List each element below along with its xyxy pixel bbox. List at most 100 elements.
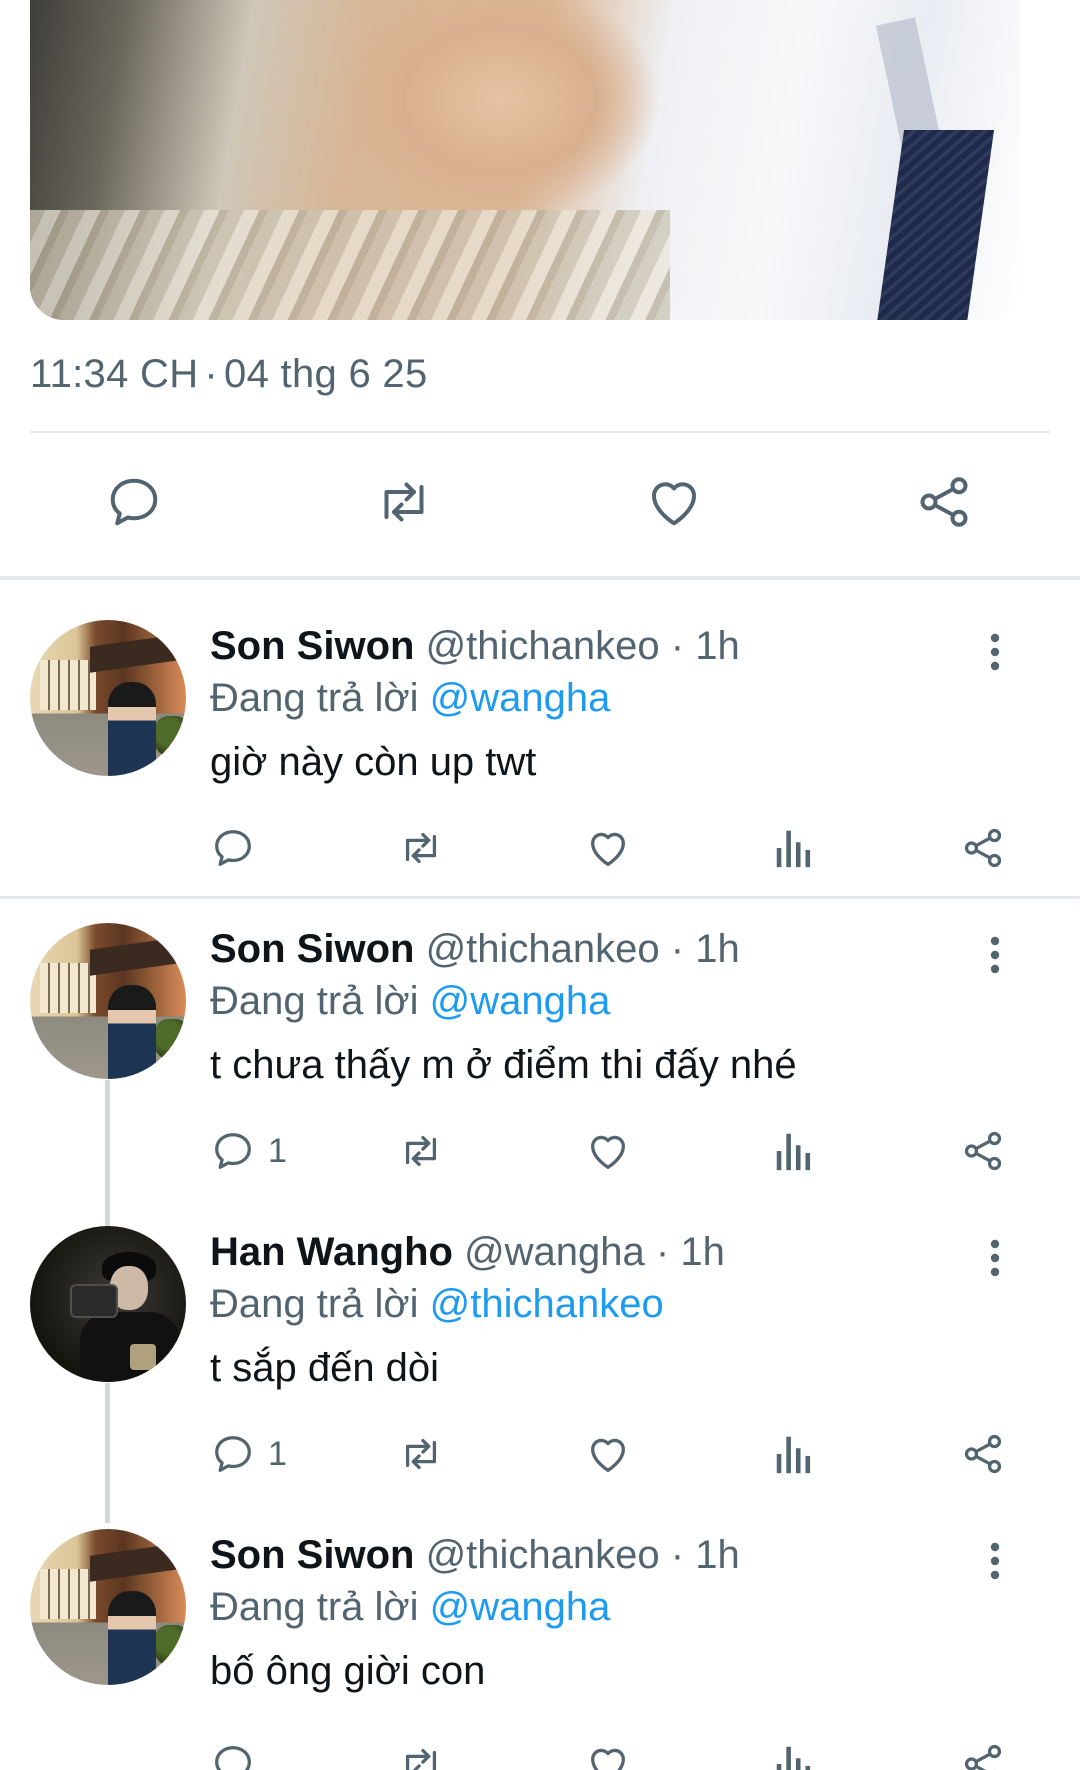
share-button[interactable] <box>960 1121 1006 1181</box>
views-button[interactable] <box>774 1121 814 1181</box>
replying-to-line: Đang trả lời @wangha <box>210 674 610 722</box>
bar-chart-icon <box>774 825 814 871</box>
more-options-button[interactable] <box>980 1539 1010 1583</box>
share-icon <box>960 1128 1006 1174</box>
author-handle[interactable]: @wangha <box>464 1230 645 1274</box>
replying-prefix: Đang trả lời <box>210 979 419 1023</box>
more-vertical-icon <box>989 1238 1001 1278</box>
retweet-button[interactable] <box>395 1424 447 1484</box>
views-button[interactable] <box>774 818 814 878</box>
reply-item[interactable]: Son Siwon @thichankeo · 1h Đang trả lời … <box>0 620 1080 890</box>
heart-icon <box>585 825 631 871</box>
views-button[interactable] <box>774 1734 814 1770</box>
author-handle[interactable]: @thichankeo <box>426 624 660 668</box>
author-name[interactable]: Son Siwon <box>210 624 414 668</box>
author-handle[interactable]: @thichankeo <box>426 1533 660 1577</box>
timestamp-date: 04 thg 6 25 <box>224 352 428 396</box>
replying-to-line: Đang trả lời @thichankeo <box>210 1280 664 1328</box>
reply-action-bar <box>0 818 1080 878</box>
header-separator: · <box>655 1230 670 1274</box>
like-button[interactable] <box>585 1121 631 1181</box>
replying-mention[interactable]: @wangha <box>430 676 611 720</box>
replying-to-line: Đang trả lời @wangha <box>210 1583 610 1631</box>
avatar[interactable] <box>30 1529 186 1685</box>
header-separator: · <box>670 1533 685 1577</box>
author-name[interactable]: Son Siwon <box>210 1533 414 1577</box>
reply-header: Son Siwon @thichankeo · 1h <box>210 1531 740 1579</box>
reply-count: 1 <box>268 1434 287 1473</box>
avatar[interactable] <box>30 620 186 776</box>
views-button[interactable] <box>774 1424 814 1484</box>
tweet-media-image[interactable] <box>30 0 1020 320</box>
more-vertical-icon <box>989 632 1001 672</box>
replying-mention[interactable]: @wangha <box>430 1585 611 1629</box>
main-tweet-action-bar <box>0 460 1080 540</box>
reply-text: t chưa thấy m ở điểm thi đấy nhé <box>210 1043 797 1087</box>
author-handle[interactable]: @thichankeo <box>426 927 660 971</box>
reply-item[interactable]: Son Siwon @thichankeo · 1h Đang trả lời … <box>0 1529 1080 1770</box>
tweet-timestamp[interactable]: 11:34 CH · 04 thg 6 25 <box>30 352 428 397</box>
heart-icon <box>585 1431 631 1477</box>
reply-bubble-icon <box>210 1431 256 1477</box>
reply-header: Son Siwon @thichankeo · 1h <box>210 622 740 670</box>
main-like-button[interactable] <box>642 470 706 534</box>
reply-time[interactable]: 1h <box>695 1533 740 1577</box>
reply-button[interactable] <box>210 818 268 878</box>
heart-icon <box>644 472 704 532</box>
share-button[interactable] <box>960 1734 1006 1770</box>
reply-item[interactable]: Han Wangho @wangha · 1h Đang trả lời @th… <box>0 1226 1080 1496</box>
avatar-camera <box>70 1284 118 1318</box>
header-separator: · <box>670 927 685 971</box>
retweet-icon <box>371 472 437 532</box>
reply-bubble-icon <box>104 472 164 532</box>
main-retweet-button[interactable] <box>372 470 436 534</box>
retweet-button[interactable] <box>395 1734 447 1770</box>
share-button[interactable] <box>960 1424 1006 1484</box>
reply-text: giờ này còn up twt <box>210 740 537 784</box>
like-button[interactable] <box>585 818 631 878</box>
tweet-detail-page: 11:34 CH · 04 thg 6 25 Son Siwon @thicha… <box>0 0 1080 1770</box>
reply-button[interactable] <box>210 1734 268 1770</box>
more-vertical-icon <box>989 1541 1001 1581</box>
retweet-icon <box>395 1741 447 1770</box>
share-icon <box>960 825 1006 871</box>
reply-time[interactable]: 1h <box>695 624 740 668</box>
more-options-button[interactable] <box>980 933 1010 977</box>
share-button[interactable] <box>960 818 1006 878</box>
avatar[interactable] <box>30 1226 186 1382</box>
author-name[interactable]: Son Siwon <box>210 927 414 971</box>
share-icon <box>914 472 974 532</box>
reply-item[interactable]: Son Siwon @thichankeo · 1h Đang trả lời … <box>0 923 1080 1193</box>
share-icon <box>960 1431 1006 1477</box>
like-button[interactable] <box>585 1424 631 1484</box>
main-share-button[interactable] <box>912 470 976 534</box>
main-reply-button[interactable] <box>102 470 166 534</box>
retweet-icon <box>395 1431 447 1477</box>
reply-button[interactable]: 1 <box>210 1424 287 1484</box>
retweet-icon <box>395 825 447 871</box>
like-button[interactable] <box>585 1734 631 1770</box>
replying-mention[interactable]: @thichankeo <box>430 1282 664 1326</box>
reply-header: Han Wangho @wangha · 1h <box>210 1228 725 1276</box>
replying-mention[interactable]: @wangha <box>430 979 611 1023</box>
reply-text: bố ông giời con <box>210 1649 486 1693</box>
retweet-button[interactable] <box>395 818 447 878</box>
reply-time[interactable]: 1h <box>695 927 740 971</box>
reply-time[interactable]: 1h <box>680 1230 725 1274</box>
avatar[interactable] <box>30 923 186 1079</box>
replying-to-line: Đang trả lời @wangha <box>210 977 610 1025</box>
avatar-plants <box>154 716 186 756</box>
reply-divider <box>0 896 1080 899</box>
avatar-building <box>40 1569 96 1619</box>
replying-prefix: Đang trả lời <box>210 676 419 720</box>
retweet-button[interactable] <box>395 1121 447 1181</box>
media-fur-detail <box>30 210 670 320</box>
replying-prefix: Đang trả lời <box>210 1585 419 1629</box>
author-name[interactable]: Han Wangho <box>210 1230 453 1274</box>
avatar-roof <box>90 1542 186 1582</box>
more-options-button[interactable] <box>980 630 1010 674</box>
avatar-building <box>40 660 96 710</box>
avatar-person <box>108 1591 156 1685</box>
reply-button[interactable]: 1 <box>210 1121 287 1181</box>
more-options-button[interactable] <box>980 1236 1010 1280</box>
